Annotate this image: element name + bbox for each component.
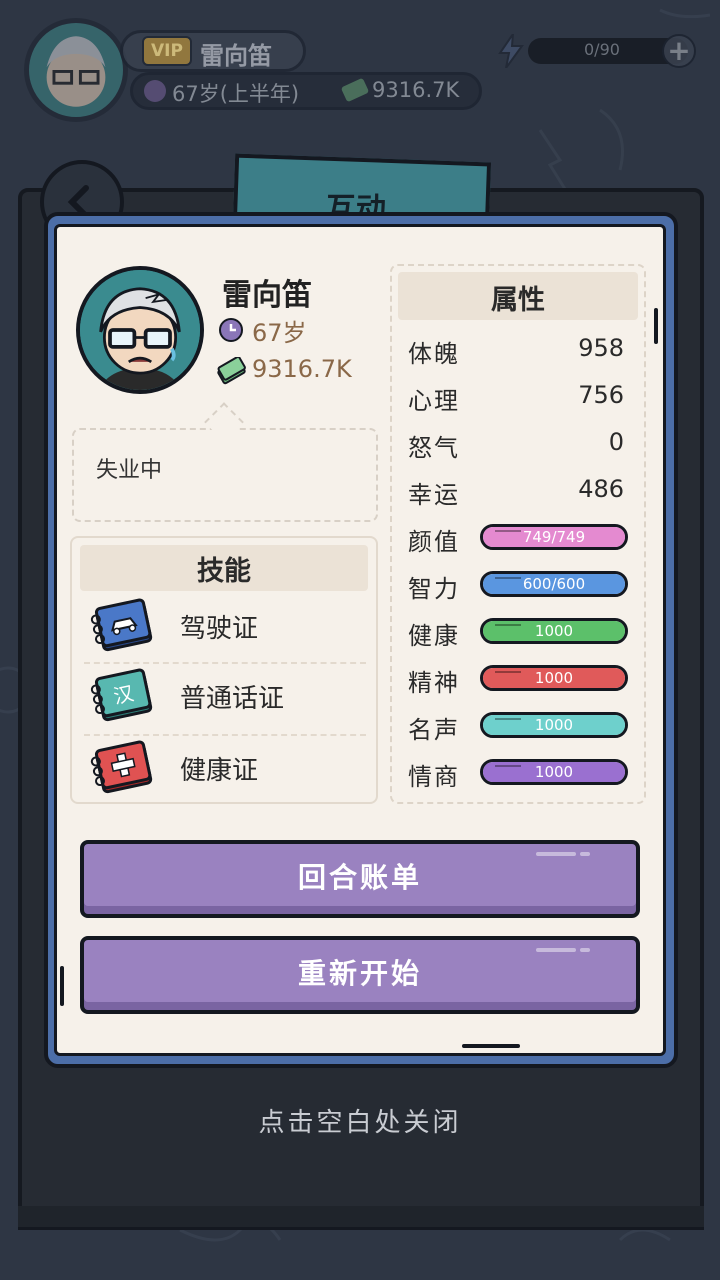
bar-row: 健康 1000 xyxy=(408,612,628,652)
round-bill-button[interactable]: 回合账单 xyxy=(80,840,640,918)
progress-bar: 1000 xyxy=(480,759,628,785)
vip-badge[interactable]: VIP xyxy=(142,36,192,66)
progress-bar: 600/600 xyxy=(480,571,628,597)
hud-avatar[interactable] xyxy=(24,18,128,122)
skill-item-mandarin-cert[interactable]: 汉 普通话证 xyxy=(86,666,366,730)
progress-bar-text: 1000 xyxy=(534,622,574,640)
health-book-icon xyxy=(90,740,153,794)
skills-title: 技能 xyxy=(197,556,251,587)
energy-value: 0/90 xyxy=(584,40,620,59)
profile-money: 9316.7K xyxy=(252,355,352,383)
skill-divider xyxy=(84,734,366,736)
progress-bar-text: 1000 xyxy=(534,716,574,734)
progress-bar-text: 600/600 xyxy=(522,575,586,593)
clock-icon xyxy=(219,318,243,342)
attributes-title: 属性 xyxy=(491,285,545,316)
button-shine xyxy=(536,948,576,952)
bar-row: 名声 1000 xyxy=(408,706,628,746)
button-shine xyxy=(536,852,576,856)
skill-item-driver-license[interactable]: 驾驶证 xyxy=(86,596,366,660)
lightning-icon xyxy=(498,34,524,68)
skill-label: 普通话证 xyxy=(180,684,285,714)
bar-row: 颜值 749/749 xyxy=(408,518,628,558)
card-edge-mark xyxy=(462,1044,520,1048)
bar-name: 精神 xyxy=(408,669,460,697)
back-panel-edge xyxy=(18,1206,704,1230)
progress-bar-text: 1000 xyxy=(534,669,574,687)
restart-button[interactable]: 重新开始 xyxy=(80,936,640,1014)
progress-bar: 1000 xyxy=(480,618,628,644)
bar-name: 名声 xyxy=(408,716,460,744)
car-book-icon xyxy=(90,598,153,652)
progress-bar-text: 749/749 xyxy=(522,528,586,546)
avatar xyxy=(76,266,204,394)
skill-label: 健康证 xyxy=(180,756,259,786)
han-book-icon: 汉 xyxy=(90,668,153,722)
stat-name: 幸运 xyxy=(408,481,460,509)
stat-name: 体魄 xyxy=(408,340,460,368)
old-man-face-icon xyxy=(80,270,200,390)
stat-value: 486 xyxy=(578,475,624,503)
status-text: 失业中 xyxy=(96,458,163,483)
button-shine xyxy=(580,852,590,856)
restart-label: 重新开始 xyxy=(297,957,422,990)
bar-name: 颜值 xyxy=(408,528,460,556)
card-edge-mark-left xyxy=(60,966,64,1006)
hud-avatar-face-icon xyxy=(46,36,106,107)
stat-row: 心理 756 xyxy=(408,377,628,417)
bar-row: 智力 600/600 xyxy=(408,565,628,605)
bar-name: 情商 xyxy=(408,763,460,791)
stat-row: 怒气 0 xyxy=(408,424,628,464)
hud-money: 9316.7K xyxy=(372,78,460,102)
scroll-indicator xyxy=(654,308,658,344)
stat-value: 958 xyxy=(578,334,624,362)
bar-name: 智力 xyxy=(408,575,460,603)
cash-icon xyxy=(217,357,246,385)
stat-name: 心理 xyxy=(408,387,460,415)
progress-bar: 1000 xyxy=(480,665,628,691)
progress-bar: 1000 xyxy=(480,712,628,738)
skill-divider xyxy=(84,662,366,664)
hud-clock-icon xyxy=(144,80,166,102)
stat-row: 幸运 486 xyxy=(408,471,628,511)
stat-value: 0 xyxy=(608,428,624,456)
round-bill-label: 回合账单 xyxy=(297,861,422,894)
add-energy-button[interactable]: + xyxy=(662,34,696,68)
hud-player-name: 雷向笛 xyxy=(200,42,272,70)
profile-name: 雷向笛 xyxy=(222,278,312,313)
bar-name: 健康 xyxy=(408,622,460,650)
bar-row: 精神 1000 xyxy=(408,659,628,699)
bar-row: 情商 1000 xyxy=(408,753,628,793)
stat-row: 体魄 958 xyxy=(408,330,628,370)
close-hint[interactable]: 点击空白处关闭 xyxy=(0,1102,720,1139)
progress-bar-text: 1000 xyxy=(534,763,574,781)
stat-name: 怒气 xyxy=(408,434,460,462)
stat-value: 756 xyxy=(578,381,624,409)
hud-age: 67岁(上半年) xyxy=(172,82,300,106)
progress-bar: 749/749 xyxy=(480,524,628,550)
skill-label: 驾驶证 xyxy=(180,614,259,644)
button-shine xyxy=(580,948,590,952)
profile-age: 67岁 xyxy=(252,319,307,347)
skill-item-health-cert[interactable]: 健康证 xyxy=(86,738,366,802)
